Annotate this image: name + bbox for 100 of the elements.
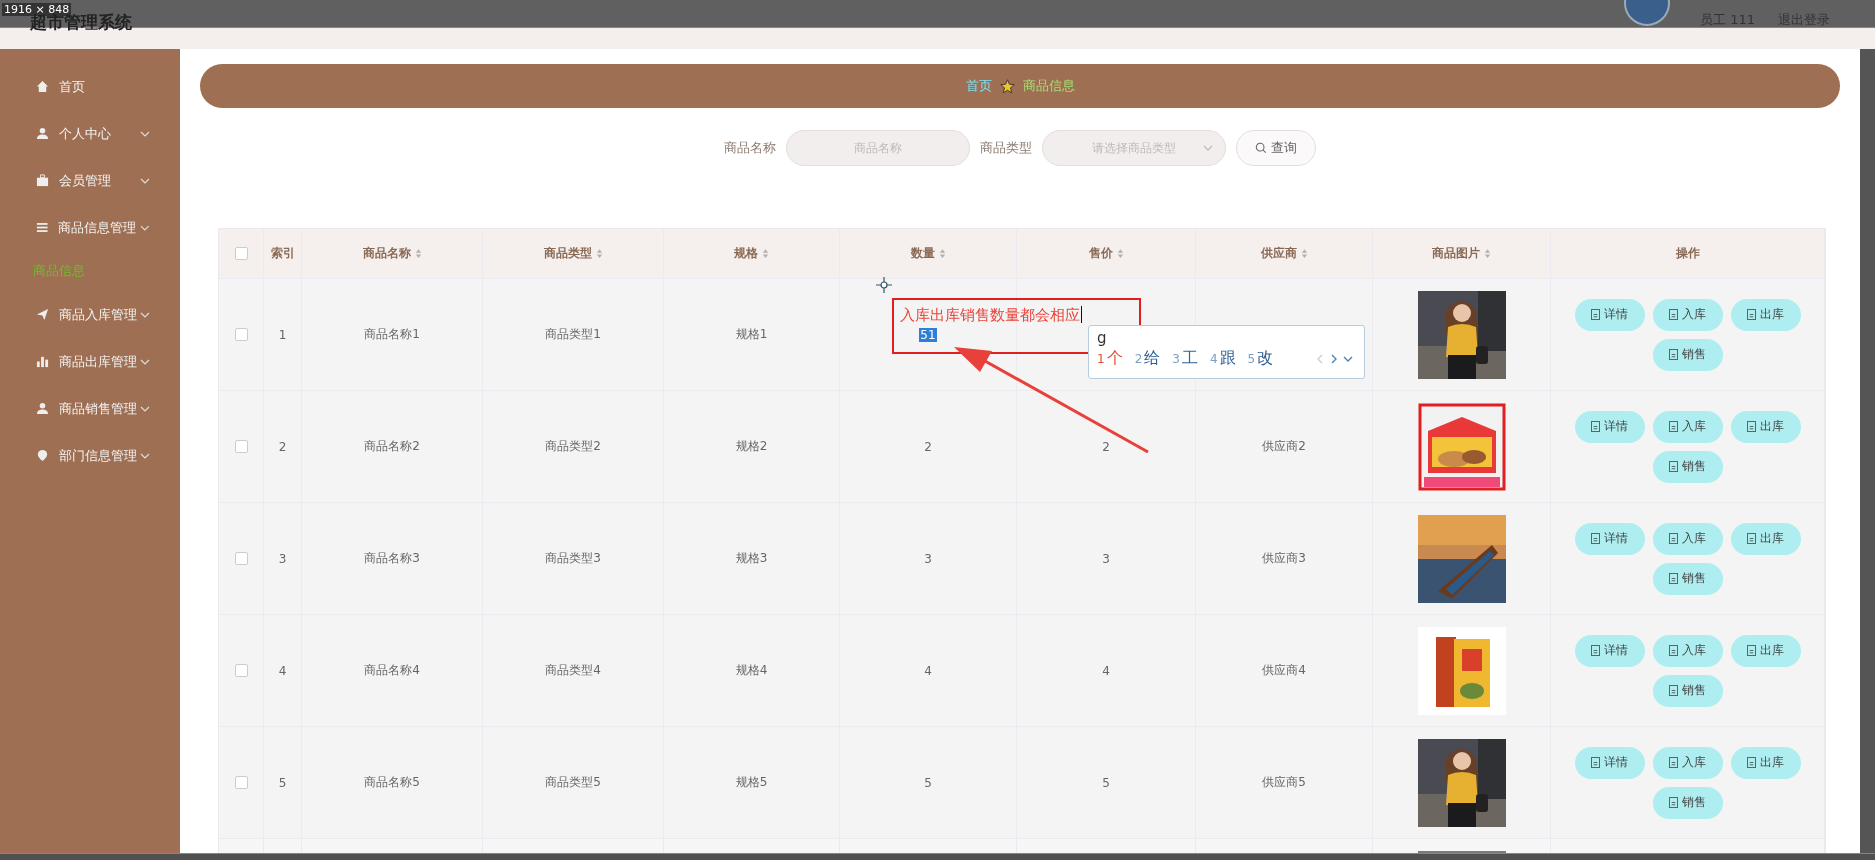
ime-candidate[interactable]: 1 个 — [1097, 348, 1123, 369]
column-header[interactable]: 商品类型 — [483, 229, 664, 278]
document-icon — [1669, 349, 1678, 360]
table-cell: 1 — [278, 327, 287, 342]
action-button[interactable]: 出库 — [1730, 522, 1801, 555]
sort-icon — [1300, 248, 1308, 259]
chevron-down-icon — [140, 452, 150, 459]
action-button[interactable]: 入库 — [1652, 410, 1723, 443]
action-button[interactable]: 销售 — [1652, 674, 1723, 707]
document-icon — [1669, 645, 1678, 656]
ime-candidate[interactable]: 4 跟 — [1209, 348, 1236, 369]
bar-chart-icon — [36, 355, 49, 368]
action-button[interactable]: 出库 — [1730, 410, 1801, 443]
list-icon — [36, 221, 49, 234]
document-icon — [1669, 685, 1678, 696]
table-cell: 3 — [1102, 551, 1110, 566]
select-all-checkbox[interactable] — [234, 247, 248, 260]
action-button[interactable]: 入库 — [1652, 634, 1723, 667]
annotation-text: 入库出库销售数量都会相应 — [900, 306, 1080, 325]
action-button[interactable]: 详情 — [1574, 522, 1645, 555]
sort-icon — [1484, 248, 1491, 259]
user-icon — [36, 402, 49, 415]
table-cell: 2 — [278, 439, 287, 454]
action-button[interactable]: 详情 — [1574, 634, 1645, 667]
ime-input-text: g — [1097, 328, 1108, 348]
row-checkbox[interactable] — [234, 776, 248, 789]
action-button[interactable]: 入库 — [1652, 298, 1723, 331]
sidebar-item[interactable]: 商品信息管理 — [0, 204, 180, 251]
paper-plane-icon — [36, 308, 49, 321]
document-icon — [1669, 573, 1678, 584]
action-button[interactable]: 详情 — [1574, 746, 1645, 779]
table-cell: 4 — [924, 663, 932, 678]
sidebar-item[interactable]: 会员管理 — [0, 157, 180, 204]
table-cell: 商品名称4 — [364, 662, 420, 679]
table-cell: 规格1 — [735, 326, 768, 343]
action-button[interactable]: 入库 — [1652, 746, 1723, 779]
table-cell: 商品类型5 — [545, 774, 601, 791]
sort-icon — [762, 248, 769, 259]
chevron-down-icon — [1203, 145, 1213, 151]
row-checkbox[interactable] — [234, 440, 248, 453]
action-button[interactable]: 出库 — [1730, 298, 1801, 331]
row-checkbox[interactable] — [234, 552, 248, 565]
document-icon — [1591, 533, 1600, 544]
row-checkbox[interactable] — [234, 328, 248, 341]
capture-size-label: 1916 × 848 — [2, 3, 72, 16]
action-button[interactable]: 入库 — [1652, 522, 1723, 555]
sort-icon — [595, 248, 603, 259]
document-icon — [1747, 421, 1756, 432]
chevron-down-icon — [140, 224, 150, 231]
search-icon — [1255, 142, 1267, 154]
action-button[interactable]: 销售 — [1652, 450, 1723, 483]
table-cell: 供应商4 — [1262, 662, 1306, 679]
star-icon — [999, 78, 1015, 94]
column-header[interactable]: 商品名称 — [302, 229, 483, 278]
pin-icon — [36, 449, 49, 462]
chevron-down-icon — [140, 358, 150, 365]
table-cell: 商品类型4 — [545, 662, 601, 679]
table-cell: 商品名称2 — [364, 438, 420, 455]
action-button[interactable]: 详情 — [1574, 298, 1645, 331]
chevron-down-icon — [140, 130, 150, 137]
table-cell: 规格3 — [735, 550, 768, 567]
sidebar-item[interactable]: 商品入库管理 — [0, 291, 180, 338]
column-header[interactable]: 数量 — [840, 229, 1017, 278]
action-button[interactable]: 销售 — [1652, 786, 1723, 819]
home-icon — [36, 80, 49, 93]
action-button[interactable]: 详情 — [1574, 410, 1645, 443]
column-header[interactable]: 商品图片 — [1373, 229, 1551, 278]
column-header[interactable]: 售价 — [1017, 229, 1196, 278]
document-icon — [1591, 309, 1600, 320]
document-icon — [1669, 309, 1678, 320]
document-icon — [1591, 421, 1600, 432]
document-icon — [1591, 757, 1600, 768]
search-button[interactable]: 查询 — [1236, 130, 1316, 166]
table-cell: 商品名称5 — [364, 774, 420, 791]
action-button[interactable]: 出库 — [1730, 634, 1801, 667]
table-cell: 商品类型1 — [545, 326, 601, 343]
table-cell: 商品类型3 — [545, 550, 601, 567]
column-header[interactable]: 供应商 — [1196, 229, 1373, 278]
sidebar-item[interactable]: 部门信息管理 — [0, 432, 180, 479]
sort-icon — [414, 248, 422, 259]
sidebar-item[interactable]: 商品销售管理 — [0, 385, 180, 432]
sidebar-item[interactable]: 首页 — [0, 63, 180, 110]
document-icon — [1669, 757, 1678, 768]
document-icon — [1747, 309, 1756, 320]
column-header[interactable]: 规格 — [664, 229, 840, 278]
ime-candidate[interactable]: 3 工 — [1172, 348, 1198, 369]
selected-text: 51 — [919, 327, 937, 342]
action-button[interactable]: 销售 — [1652, 562, 1723, 595]
ime-candidate[interactable]: 2给 — [1134, 348, 1161, 369]
sidebar-item[interactable]: 个人中心 — [0, 110, 180, 157]
document-icon — [1747, 533, 1756, 544]
action-button[interactable]: 销售 — [1652, 338, 1723, 371]
sidebar-item[interactable]: 商品出库管理 — [0, 338, 180, 385]
document-icon — [1669, 421, 1678, 432]
action-button[interactable]: 出库 — [1730, 746, 1801, 779]
ime-candidate[interactable]: 5 改 — [1247, 348, 1274, 369]
row-checkbox[interactable] — [234, 664, 248, 677]
table-cell: 商品名称3 — [364, 550, 420, 567]
document-icon — [1591, 645, 1600, 656]
chevron-down-icon — [140, 177, 150, 184]
